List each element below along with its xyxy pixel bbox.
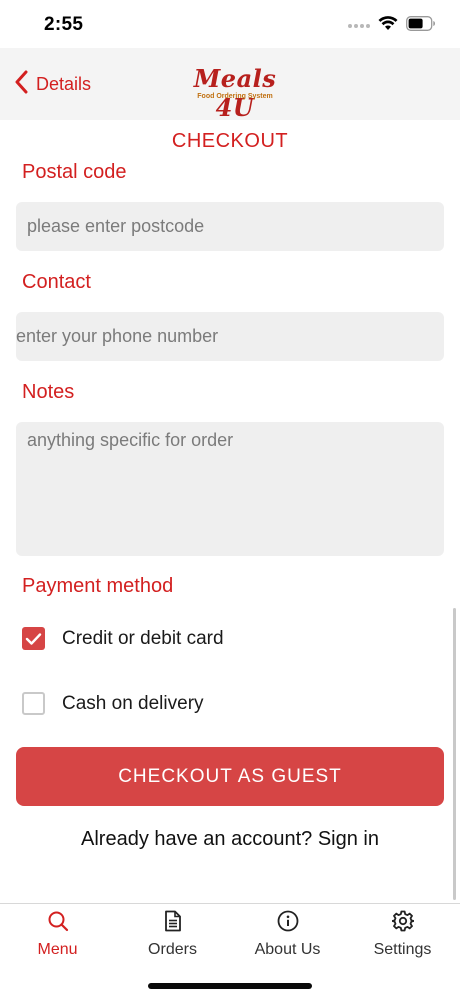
notes-placeholder: anything specific for order xyxy=(27,430,234,450)
wifi-icon xyxy=(378,16,398,36)
tab-orders[interactable]: Orders xyxy=(115,904,230,964)
status-bar: 2:55 xyxy=(0,0,460,48)
battery-icon xyxy=(406,16,436,36)
notes-field[interactable]: anything specific for order xyxy=(16,422,444,556)
app-logo: Meals 4U Food Ordering System xyxy=(176,64,294,122)
signal-icon xyxy=(348,24,370,28)
tab-settings[interactable]: Settings xyxy=(345,904,460,964)
document-icon xyxy=(163,910,183,937)
notes-label: Notes xyxy=(22,381,75,403)
back-button[interactable]: Details xyxy=(14,70,91,99)
payment-option-cash[interactable]: Cash on delivery xyxy=(22,692,204,715)
home-indicator xyxy=(148,983,312,989)
postal-code-placeholder: please enter postcode xyxy=(27,216,205,236)
status-icons xyxy=(348,16,436,36)
contact-label: Contact xyxy=(22,271,91,293)
postal-code-field[interactable]: please enter postcode xyxy=(16,202,444,251)
info-icon xyxy=(277,910,299,937)
payment-option-card[interactable]: Credit or debit card xyxy=(22,627,224,650)
contact-placeholder: enter your phone number xyxy=(16,326,219,346)
gear-icon xyxy=(390,910,415,937)
tab-bar: Menu Orders About Us Settings xyxy=(0,903,460,996)
tab-about-us[interactable]: About Us xyxy=(230,904,345,964)
search-icon xyxy=(47,910,69,937)
back-label: Details xyxy=(36,74,92,94)
tab-menu[interactable]: Menu xyxy=(0,904,115,964)
tab-label: Settings xyxy=(373,941,432,958)
logo-subtitle: Food Ordering System xyxy=(197,93,273,100)
checkmark-icon xyxy=(25,632,42,645)
page-title: CHECKOUT xyxy=(171,130,289,152)
payment-option-label: Cash on delivery xyxy=(62,692,204,714)
tab-label: Orders xyxy=(148,941,197,958)
scrollbar[interactable] xyxy=(453,608,456,900)
navigation-bar: Details Meals 4U Food Ordering System xyxy=(0,48,460,122)
tab-label: About Us xyxy=(254,941,321,958)
chevron-left-icon xyxy=(14,70,28,99)
payment-method-label: Payment method xyxy=(22,575,174,597)
tab-label: Menu xyxy=(37,941,78,958)
postal-code-label: Postal code xyxy=(22,161,127,183)
payment-option-label: Credit or debit card xyxy=(62,627,224,649)
status-time: 2:55 xyxy=(44,14,84,35)
contact-field[interactable]: enter your phone number xyxy=(16,312,444,361)
sign-in-link[interactable]: Already have an account? Sign in xyxy=(0,828,460,851)
checkbox-unchecked[interactable] xyxy=(22,692,45,715)
checkout-as-guest-button[interactable]: CHECKOUT AS GUEST xyxy=(16,747,444,806)
checkbox-checked[interactable] xyxy=(22,627,45,650)
